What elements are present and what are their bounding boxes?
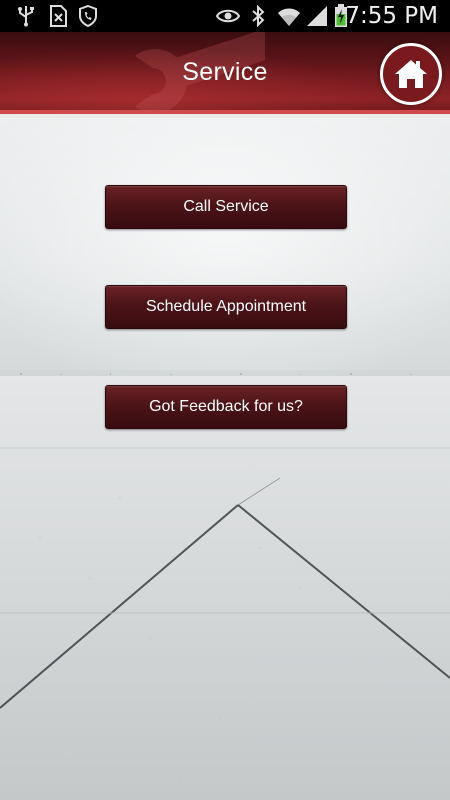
eye-icon: [215, 4, 241, 28]
signal-icon: [305, 4, 329, 28]
feedback-button[interactable]: Got Feedback for us?: [105, 385, 347, 429]
app-screen: 7:55 PM Service Call Service Schedule Ap…: [0, 0, 450, 800]
status-time: 7:55 PM: [345, 3, 438, 29]
wifi-icon: [276, 4, 302, 28]
schedule-appointment-button[interactable]: Schedule Appointment: [105, 285, 347, 329]
header-accent-line: [0, 110, 450, 114]
home-button[interactable]: [380, 43, 442, 105]
bluetooth-icon: [249, 4, 267, 28]
phone-shield-icon: [76, 4, 100, 28]
sim-card-icon: [46, 4, 70, 28]
home-icon: [395, 60, 427, 88]
status-bar: 7:55 PM: [0, 0, 450, 32]
usb-icon: [14, 4, 38, 28]
app-header: Service: [0, 32, 450, 114]
call-service-button[interactable]: Call Service: [105, 185, 347, 229]
